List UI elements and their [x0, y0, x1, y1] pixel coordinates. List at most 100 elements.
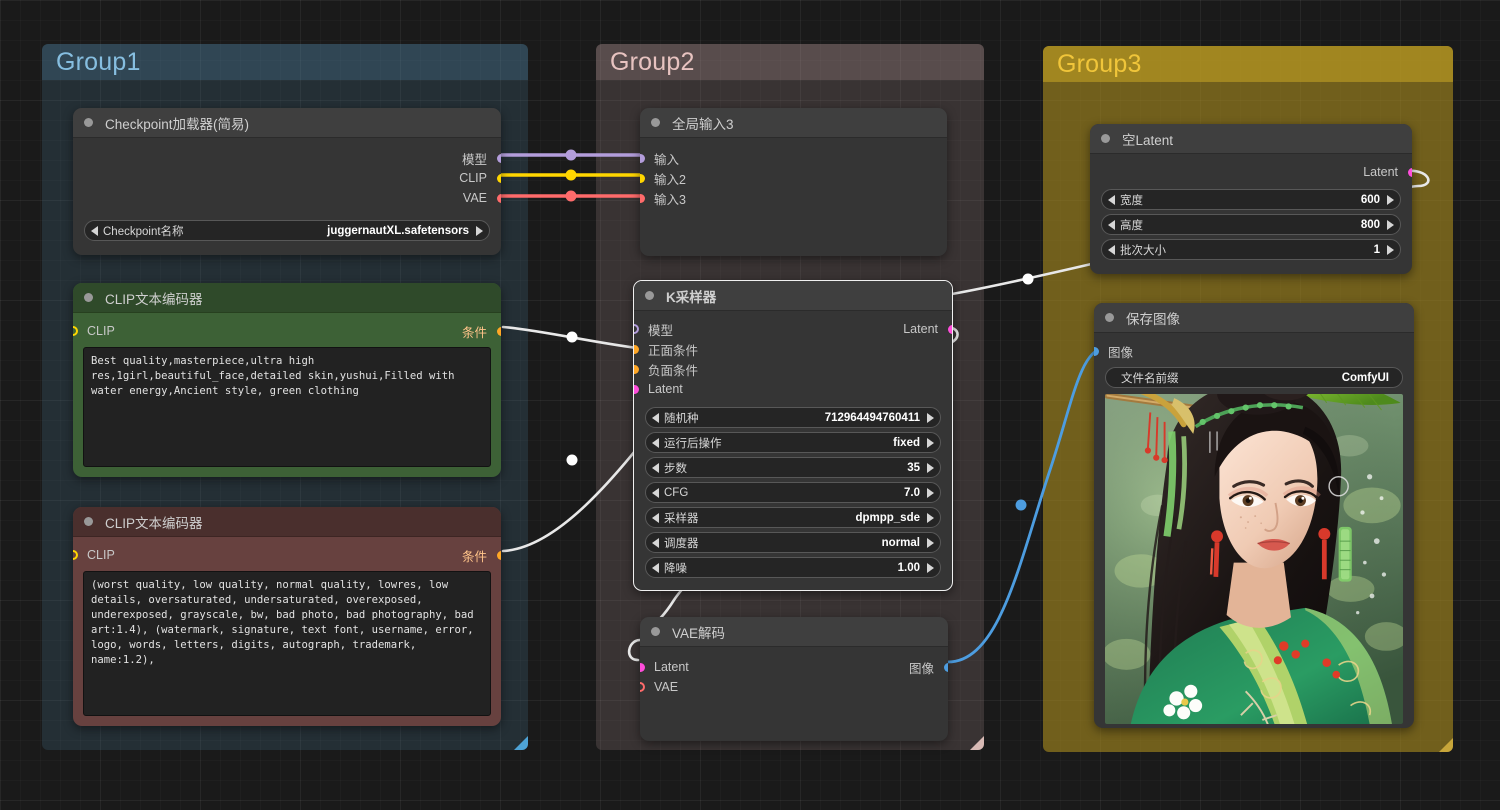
input-socket-latent[interactable] [640, 662, 645, 672]
collapse-dot-icon[interactable] [651, 627, 660, 636]
prompt-textarea[interactable]: (worst quality, low quality, normal qual… [83, 571, 491, 716]
widget-width[interactable]: 宽度 600 [1101, 189, 1401, 210]
widget-checkpoint-name[interactable]: Checkpoint名称 juggernautXL.safetensors [84, 220, 490, 241]
input-socket-row-2[interactable]: 输入2 [640, 168, 947, 188]
widget-sampler-name[interactable]: 采样器 dpmpp_sde [645, 507, 941, 528]
input-socket-vae[interactable] [640, 682, 645, 692]
node-save-image[interactable]: 保存图像 图像 文件名前缀 ComfyUI [1094, 303, 1414, 728]
node-header[interactable]: VAE解码 [640, 617, 948, 647]
increment-arrow-icon[interactable] [1387, 244, 1394, 255]
increment-arrow-icon[interactable] [927, 437, 934, 448]
increment-arrow-icon[interactable] [927, 412, 934, 423]
increment-arrow-icon[interactable] [927, 512, 934, 523]
increment-arrow-icon[interactable] [1387, 219, 1394, 230]
socket-row-clip-conditioning[interactable]: CLIP 条件 [73, 321, 501, 341]
decrement-arrow-icon[interactable] [652, 512, 659, 523]
decrement-arrow-icon[interactable] [652, 537, 659, 548]
widget-control-after-generate[interactable]: 运行后操作 fixed [645, 432, 941, 453]
prompt-textarea[interactable]: Best quality,masterpiece,ultra high res,… [83, 347, 491, 467]
output-socket-clip[interactable] [496, 173, 501, 183]
socket-row-clip-conditioning[interactable]: CLIP 条件 [73, 545, 501, 565]
input-socket-latent[interactable] [634, 384, 639, 394]
node-header[interactable]: K采样器 [634, 281, 952, 311]
input-socket-negative[interactable] [634, 364, 639, 374]
decrement-arrow-icon[interactable] [1108, 219, 1115, 230]
decrement-arrow-icon[interactable] [652, 412, 659, 423]
collapse-dot-icon[interactable] [645, 291, 654, 300]
collapse-dot-icon[interactable] [84, 517, 93, 526]
input-socket-row-vae[interactable]: VAE [640, 677, 948, 697]
node-ksampler[interactable]: K采样器 模型 Latent 正面条件 负面条件 Latent 随机种 7129… [633, 280, 953, 591]
decrement-arrow-icon[interactable] [652, 437, 659, 448]
group-title-group1[interactable]: Group1 [42, 44, 528, 80]
node-header[interactable]: Checkpoint加载器(简易) [73, 108, 501, 138]
decrement-arrow-icon[interactable] [1108, 244, 1115, 255]
collapse-dot-icon[interactable] [84, 118, 93, 127]
collapse-dot-icon[interactable] [1105, 313, 1114, 322]
node-clip-text-encode-positive[interactable]: CLIP文本编码器 CLIP 条件 Best quality,masterpie… [73, 283, 501, 477]
input-socket-clip[interactable] [73, 326, 78, 336]
decrement-arrow-icon[interactable] [652, 462, 659, 473]
node-header[interactable]: CLIP文本编码器 [73, 507, 501, 537]
widget-batch-size[interactable]: 批次大小 1 [1101, 239, 1401, 260]
input-socket-row-1[interactable]: 输入 [640, 148, 947, 168]
increment-arrow-icon[interactable] [927, 462, 934, 473]
node-empty-latent-image[interactable]: 空Latent Latent 宽度 600 高度 800 批次大小 1 [1090, 124, 1412, 274]
input-socket-row-3[interactable]: 输入3 [640, 188, 947, 208]
output-socket-latent[interactable] [1407, 167, 1412, 177]
increment-arrow-icon[interactable] [1387, 194, 1394, 205]
socket-row-model-latent[interactable]: 模型 Latent [634, 319, 952, 339]
output-socket-row-clip[interactable]: CLIP [73, 168, 501, 188]
collapse-dot-icon[interactable] [1101, 134, 1110, 143]
output-socket-row-latent[interactable]: Latent [1090, 162, 1412, 182]
output-socket-image[interactable] [943, 662, 948, 672]
increment-arrow-icon[interactable] [476, 225, 483, 236]
widget-seed[interactable]: 随机种 712964494760411 [645, 407, 941, 428]
node-checkpoint-loader[interactable]: Checkpoint加载器(简易) 模型 CLIP VAE Checkpoint… [73, 108, 501, 255]
decrement-arrow-icon[interactable] [91, 225, 98, 236]
input-socket-row-latent[interactable]: Latent [634, 379, 952, 399]
input-socket-model[interactable] [640, 153, 645, 163]
output-socket-row-vae[interactable]: VAE [73, 188, 501, 208]
output-socket-conditioning[interactable] [496, 550, 501, 560]
widget-height[interactable]: 高度 800 [1101, 214, 1401, 235]
input-socket-row-positive[interactable]: 正面条件 [634, 339, 952, 359]
output-socket-model[interactable] [496, 153, 501, 163]
output-socket-row-model[interactable]: 模型 [73, 148, 501, 168]
node-header[interactable]: 保存图像 [1094, 303, 1414, 333]
increment-arrow-icon[interactable] [927, 487, 934, 498]
widget-cfg[interactable]: CFG 7.0 [645, 482, 941, 503]
decrement-arrow-icon[interactable] [1108, 194, 1115, 205]
socket-row-latent-image[interactable]: Latent 图像 [640, 657, 948, 677]
group-resize-handle[interactable] [970, 736, 984, 750]
node-header[interactable]: CLIP文本编码器 [73, 283, 501, 313]
input-socket-clip[interactable] [73, 550, 78, 560]
output-socket-conditioning[interactable] [496, 326, 501, 336]
increment-arrow-icon[interactable] [927, 562, 934, 573]
image-preview[interactable] [1105, 394, 1403, 724]
input-socket-positive[interactable] [634, 344, 639, 354]
decrement-arrow-icon[interactable] [652, 487, 659, 498]
group-resize-handle[interactable] [1439, 738, 1453, 752]
widget-denoise[interactable]: 降噪 1.00 [645, 557, 941, 578]
input-socket-row-negative[interactable]: 负面条件 [634, 359, 952, 379]
node-header[interactable]: 全局输入3 [640, 108, 947, 138]
input-socket-vae[interactable] [640, 193, 645, 203]
input-socket-row-image[interactable]: 图像 [1094, 341, 1414, 361]
input-socket-image[interactable] [1094, 346, 1099, 356]
node-clip-text-encode-negative[interactable]: CLIP文本编码器 CLIP 条件 (worst quality, low qu… [73, 507, 501, 726]
widget-steps[interactable]: 步数 35 [645, 457, 941, 478]
group-resize-handle[interactable] [514, 736, 528, 750]
input-socket-model[interactable] [634, 324, 639, 334]
decrement-arrow-icon[interactable] [652, 562, 659, 573]
node-header[interactable]: 空Latent [1090, 124, 1412, 154]
node-vae-decode[interactable]: VAE解码 Latent 图像 VAE [640, 617, 948, 741]
collapse-dot-icon[interactable] [651, 118, 660, 127]
output-socket-latent[interactable] [947, 324, 952, 334]
output-socket-vae[interactable] [496, 193, 501, 203]
widget-scheduler[interactable]: 调度器 normal [645, 532, 941, 553]
increment-arrow-icon[interactable] [927, 537, 934, 548]
group-title-group2[interactable]: Group2 [596, 44, 984, 80]
widget-filename-prefix[interactable]: 文件名前缀 ComfyUI [1105, 367, 1403, 388]
collapse-dot-icon[interactable] [84, 293, 93, 302]
